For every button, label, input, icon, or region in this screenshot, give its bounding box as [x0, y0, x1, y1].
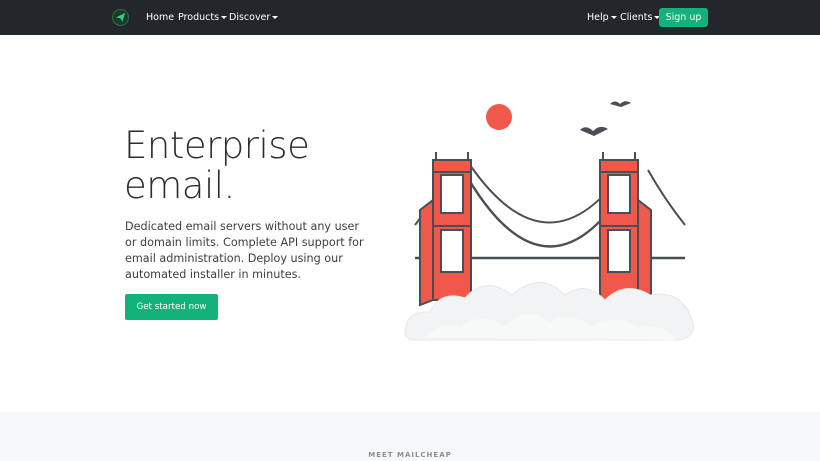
left-tower	[419, 152, 472, 307]
hero-description: Dedicated email servers without any user…	[125, 220, 364, 281]
bird-icon	[610, 101, 631, 107]
caret-down-icon	[610, 15, 617, 19]
sun-icon	[486, 104, 512, 130]
caret-down-icon	[272, 15, 279, 19]
section-eyebrow: MEET MAILCHEAP	[368, 451, 452, 459]
get-started-button[interactable]: Get started now	[125, 294, 218, 320]
nav-link-help-label: Help	[587, 12, 609, 23]
logo[interactable]	[112, 9, 129, 26]
nav-link-help[interactable]: Help	[587, 11, 617, 24]
hero-title-line1: Enterprise	[124, 124, 310, 167]
nav-link-discover[interactable]: Discover	[229, 11, 279, 24]
paper-plane-icon	[115, 12, 126, 23]
caret-down-icon	[221, 15, 228, 19]
signup-button[interactable]: Sign up	[659, 8, 708, 27]
right-tower	[599, 152, 652, 307]
nav-link-products-label: Products	[178, 12, 220, 23]
golden-gate-bridge-illustration	[404, 101, 694, 341]
hero-title-line2: email.	[124, 164, 235, 207]
side-cable-right	[647, 169, 686, 226]
signup-button-label: Sign up	[665, 12, 702, 23]
nav-link-clients-label: Clients	[620, 12, 653, 23]
nav-link-products[interactable]: Products	[178, 11, 228, 24]
nav-link-clients[interactable]: Clients	[620, 11, 661, 24]
get-started-button-label: Get started now	[136, 302, 207, 312]
nav-link-discover-label: Discover	[229, 12, 271, 23]
top-navbar: Home Products Discover Help Clients Sign…	[0, 0, 820, 35]
nav-link-home[interactable]: Home	[146, 11, 174, 24]
bird-icon	[580, 126, 608, 136]
nav-link-home-label: Home	[146, 12, 175, 23]
hero-title: Enterprise email.	[124, 124, 310, 207]
